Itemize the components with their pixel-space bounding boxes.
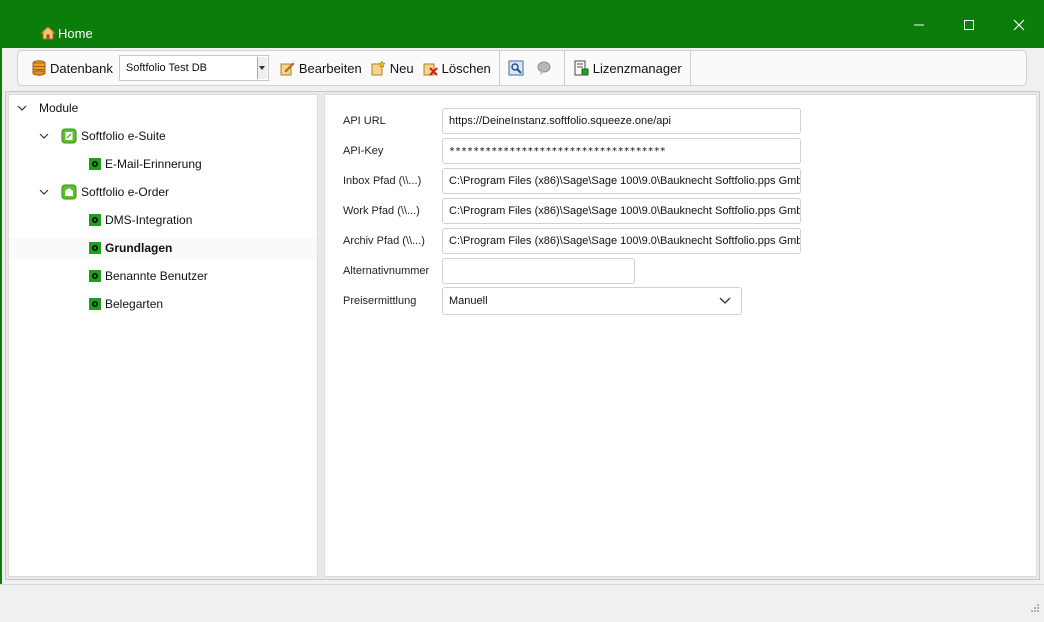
archive-path-label: Archiv Pfad (\\...): [343, 235, 425, 247]
archive-path-input[interactable]: C:\Program Files (x86)\Sage\Sage 100\9.0…: [442, 228, 801, 254]
edit-button[interactable]: Bearbeiten: [275, 54, 366, 82]
tree-node-label: Softfolio e-Order: [81, 185, 170, 199]
tree-node-label: E-Mail-Erinnerung: [105, 157, 202, 171]
delete-icon: [423, 63, 438, 76]
eorder-icon: [61, 184, 77, 200]
minimize-button[interactable]: [896, 12, 942, 38]
database-select[interactable]: Softfolio Test DB: [118, 55, 269, 81]
maximize-icon: [964, 20, 974, 30]
resize-grip-icon[interactable]: [1030, 602, 1040, 616]
chevron-down-icon[interactable]: [39, 189, 51, 195]
main-area: Module Softfolio e-Suite E-Mail-Erinneru…: [5, 91, 1040, 580]
tree-node-label: DMS-Integration: [105, 213, 193, 227]
new-button-label: Neu: [389, 60, 414, 76]
title-bar: Home: [0, 0, 1044, 48]
delete-button[interactable]: Löschen: [418, 54, 495, 82]
price-determination-label: Preisermittlung: [343, 295, 417, 307]
module-gear-icon: [89, 158, 101, 170]
toolbar-separator: [563, 51, 565, 85]
database-select-value: Softfolio Test DB: [125, 62, 208, 74]
database-icon: [32, 60, 46, 76]
tree-node-label: Belegarten: [105, 297, 164, 311]
chevron-down-icon[interactable]: [17, 105, 29, 111]
api-url-label: API URL: [343, 115, 386, 127]
settings-form: API URL https://DeineInstanz.softfolio.s…: [324, 94, 1037, 577]
inbox-path-label: Inbox Pfad (\\...): [343, 175, 422, 187]
api-key-input[interactable]: ************************************: [442, 138, 801, 164]
new-icon: [371, 60, 386, 76]
edit-button-label: Bearbeiten: [298, 60, 362, 76]
minimize-icon: [914, 24, 924, 26]
module-gear-icon: [89, 298, 101, 310]
tree-node-label: Module: [39, 101, 79, 115]
tree-node-esuite[interactable]: Softfolio e-Suite: [39, 125, 166, 147]
module-tree: Module Softfolio e-Suite E-Mail-Erinneru…: [8, 94, 318, 577]
home-icon: [40, 26, 56, 40]
window-border: [0, 48, 2, 622]
license-manager-label: Lizenzmanager: [592, 60, 682, 76]
price-determination-select[interactable]: Manuell: [442, 287, 742, 315]
tree-leaf-dms[interactable]: DMS-Integration: [89, 209, 192, 231]
chevron-down-icon: [719, 297, 731, 304]
tree-leaf-belegarten[interactable]: Belegarten: [89, 293, 163, 315]
maximize-button[interactable]: [946, 12, 992, 38]
alternative-number-label: Alternativnummer: [343, 265, 430, 277]
chevron-down-icon[interactable]: [39, 133, 51, 139]
api-url-input[interactable]: https://DeineInstanz.softfolio.squeeze.o…: [442, 108, 801, 134]
price-determination-value: Manuell: [449, 295, 488, 307]
tools-button[interactable]: [504, 54, 532, 82]
new-button[interactable]: Neu: [366, 54, 418, 82]
toolbar-separator: [498, 51, 500, 85]
tree-node-label: Softfolio e-Suite: [81, 129, 166, 143]
window-title-text: Home: [58, 25, 93, 41]
tree-node-eorder[interactable]: Softfolio e-Order: [39, 181, 169, 203]
tree-leaf-benannte-benutzer[interactable]: Benannte Benutzer: [89, 265, 208, 287]
toolbar: Datenbank Softfolio Test DB Bearbeiten N…: [17, 50, 1027, 86]
window-title: Home: [40, 25, 93, 41]
form-row-api-url: API URL https://DeineInstanz.softfolio.s…: [343, 108, 801, 134]
form-row-work: Work Pfad (\\...) C:\Program Files (x86)…: [343, 198, 801, 224]
database-label: Datenbank: [28, 54, 117, 82]
tree-leaf-email-reminder[interactable]: E-Mail-Erinnerung: [89, 153, 202, 175]
module-gear-icon: [89, 270, 101, 282]
database-label-text: Datenbank: [50, 60, 113, 76]
form-row-api-key: API-Key ********************************…: [343, 138, 801, 164]
module-gear-icon: [89, 214, 101, 226]
api-key-label: API-Key: [343, 145, 384, 157]
license-icon: [574, 60, 589, 76]
tree-leaf-grundlagen[interactable]: Grundlagen: [89, 237, 172, 259]
license-manager-button[interactable]: Lizenzmanager: [569, 54, 686, 82]
close-button[interactable]: [996, 12, 1042, 38]
status-bar: [0, 584, 1044, 622]
dropdown-arrow-icon[interactable]: [256, 57, 267, 79]
edit-icon: [280, 62, 295, 76]
tree-node-label: Benannte Benutzer: [105, 269, 208, 283]
form-row-alternativnummer: Alternativnummer: [343, 258, 635, 284]
chat-bubble-icon: [537, 61, 551, 75]
form-row-preisermittlung: Preisermittlung Manuell: [343, 287, 742, 315]
work-path-label: Work Pfad (\\...): [343, 205, 420, 217]
inbox-path-input[interactable]: C:\Program Files (x86)\Sage\Sage 100\9.0…: [442, 168, 801, 194]
form-row-inbox: Inbox Pfad (\\...) C:\Program Files (x86…: [343, 168, 801, 194]
wrench-search-icon: [508, 60, 524, 76]
chat-button[interactable]: [532, 54, 560, 82]
esuite-icon: [61, 128, 77, 144]
work-path-input[interactable]: C:\Program Files (x86)\Sage\Sage 100\9.0…: [442, 198, 801, 224]
toolbar-separator: [689, 51, 691, 85]
close-icon: [1013, 19, 1025, 31]
delete-button-label: Löschen: [441, 60, 491, 76]
form-row-archiv: Archiv Pfad (\\...) C:\Program Files (x8…: [343, 228, 801, 254]
module-gear-icon: [89, 242, 101, 254]
alternative-number-input[interactable]: [442, 258, 635, 284]
tree-node-module[interactable]: Module: [17, 97, 78, 119]
tree-node-label: Grundlagen: [105, 241, 173, 255]
